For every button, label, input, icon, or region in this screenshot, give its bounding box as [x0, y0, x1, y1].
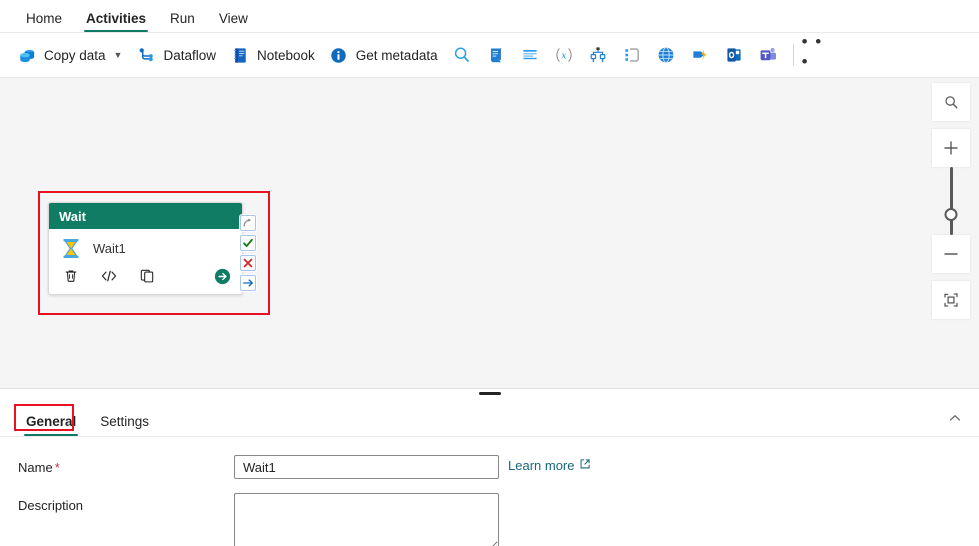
zoom-slider-track — [949, 167, 953, 235]
script-icon — [486, 45, 506, 65]
activity-node-header: Wait — [49, 203, 242, 229]
run-arrow-icon[interactable] — [212, 266, 232, 286]
chevron-up-icon[interactable] — [941, 405, 969, 431]
svg-text:x: x — [561, 51, 567, 62]
switch-icon — [588, 45, 608, 65]
canvas-zoom-tools — [931, 83, 971, 319]
name-field-label: Name * — [18, 455, 234, 475]
zoom-slider-thumb[interactable] — [944, 208, 958, 221]
form-row-description: Description — [18, 493, 979, 546]
lookup-icon — [452, 45, 472, 65]
activities-toolbar: Copy data ▼ Dataflow Notebook Get metada… — [0, 32, 979, 78]
description-label-text: Description — [18, 498, 84, 513]
webhook-icon — [690, 45, 710, 65]
activity-node-type-label: Wait — [59, 208, 86, 224]
copy-data-icon — [17, 45, 37, 65]
activity-properties-panel: General Settings Name* Learn more — [0, 397, 979, 546]
zoom-in-icon[interactable] — [932, 129, 970, 167]
zoom-search-icon[interactable] — [932, 83, 970, 121]
stored-procedure-icon — [520, 45, 540, 65]
ribbon-tab-view[interactable]: View — [207, 11, 260, 33]
toolbar-switch-button[interactable] — [581, 39, 615, 71]
ribbon-tab-activities[interactable]: Activities — [74, 11, 158, 33]
tab-settings[interactable]: Settings — [88, 414, 161, 437]
on-fail-icon[interactable] — [240, 255, 256, 271]
tab-general[interactable]: General — [14, 414, 88, 437]
ribbon-tab-run[interactable]: Run — [158, 11, 207, 33]
get-metadata-icon — [329, 45, 349, 65]
toolbar-copy-data-label: Copy data — [44, 47, 106, 63]
hourglass-icon — [61, 238, 81, 258]
description-field-label: Description — [18, 493, 234, 513]
toolbar-lookup-button[interactable] — [445, 39, 479, 71]
zoom-slider[interactable] — [932, 167, 970, 235]
ribbon-tab-home[interactable]: Home — [14, 11, 74, 33]
form-row-name: Name* Learn more — [18, 455, 979, 479]
toolbar-stored-procedure-button[interactable] — [513, 39, 547, 71]
pipeline-canvas[interactable]: Wait Wait1 — [0, 78, 979, 388]
required-marker: * — [54, 460, 60, 475]
set-variable-icon: x — [554, 45, 574, 65]
toolbar-separator — [792, 44, 794, 66]
code-icon[interactable] — [99, 266, 119, 286]
teams-icon — [758, 45, 778, 65]
learn-more-link[interactable]: Learn more — [508, 455, 591, 473]
name-label-text: Name — [18, 460, 53, 475]
foreach-icon — [622, 45, 642, 65]
activity-node-wait[interactable]: Wait Wait1 — [48, 202, 243, 295]
toolbar-notebook-label: Notebook — [257, 47, 315, 63]
outlook-icon — [724, 45, 744, 65]
toolbar-outlook-button[interactable] — [717, 39, 751, 71]
toolbar-get-metadata-button[interactable]: Get metadata — [322, 39, 445, 71]
toolbar-foreach-button[interactable] — [615, 39, 649, 71]
activity-node-name-label: Wait1 — [93, 240, 126, 256]
toolbar-dataflow-label: Dataflow — [163, 47, 216, 63]
toolbar-web-button[interactable] — [649, 39, 683, 71]
zoom-out-icon[interactable] — [932, 235, 970, 273]
on-success-icon[interactable] — [240, 235, 256, 251]
toolbar-dataflow-button[interactable]: Dataflow — [129, 39, 223, 71]
delete-icon[interactable] — [61, 266, 81, 286]
app-root: Home Activities Run View Copy data ▼ Dat… — [0, 0, 979, 546]
toolbar-copy-data-button[interactable]: Copy data ▼ — [10, 39, 129, 71]
activity-node-output-handles — [240, 215, 256, 291]
panel-resize-grip — [478, 391, 501, 395]
toolbar-webhook-button[interactable] — [683, 39, 717, 71]
dataflow-icon — [136, 45, 156, 65]
external-link-icon — [579, 458, 591, 473]
ribbon-tab-bar: Home Activities Run View — [0, 0, 979, 33]
notebook-icon — [230, 45, 250, 65]
properties-tab-bar: General Settings — [0, 397, 979, 437]
toolbar-notebook-button[interactable]: Notebook — [223, 39, 322, 71]
toolbar-get-metadata-label: Get metadata — [355, 47, 438, 63]
toolbar-teams-button[interactable] — [751, 39, 785, 71]
web-icon — [656, 45, 676, 65]
description-textarea[interactable] — [234, 493, 499, 546]
on-skip-icon[interactable] — [240, 215, 256, 231]
on-completion-icon[interactable] — [240, 275, 256, 291]
fit-to-screen-icon[interactable] — [932, 281, 970, 319]
toolbar-set-variable-button[interactable]: x — [547, 39, 581, 71]
learn-more-label: Learn more — [508, 458, 575, 473]
duplicate-icon[interactable] — [137, 266, 157, 286]
general-form: Name* Learn more Description — [0, 437, 979, 546]
name-input[interactable] — [234, 455, 499, 479]
toolbar-script-button[interactable] — [479, 39, 513, 71]
toolbar-overflow-button[interactable]: • • • — [802, 32, 832, 71]
panel-resize-handle[interactable] — [0, 388, 979, 397]
activity-node-body: Wait1 — [49, 229, 242, 262]
activity-node-actions — [49, 262, 242, 294]
chevron-down-icon: ▼ — [113, 50, 123, 60]
